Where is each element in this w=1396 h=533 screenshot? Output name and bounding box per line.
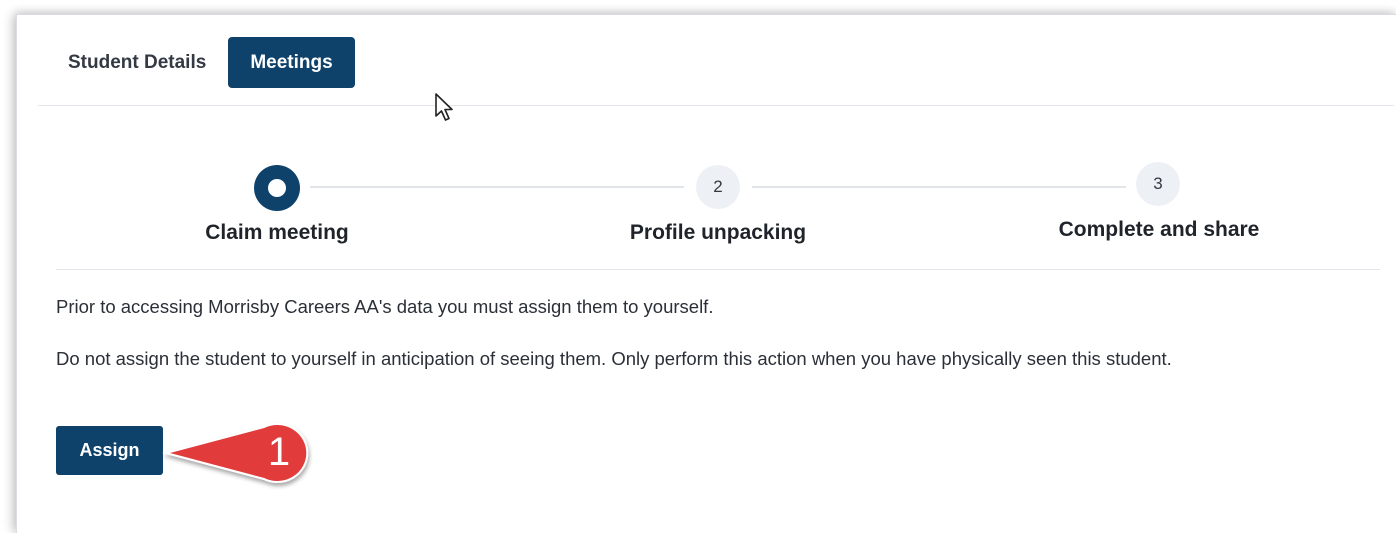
step-1-label: Claim meeting bbox=[205, 221, 349, 244]
step-connector bbox=[752, 186, 1126, 188]
progress-stepper: 2 3 Claim meeting Profile unpacking Comp… bbox=[0, 0, 1396, 270]
step-1-indicator bbox=[254, 165, 300, 211]
step-2-label: Profile unpacking bbox=[629, 221, 807, 244]
callout-number: 1 bbox=[267, 429, 291, 474]
step-3-label: Complete and share bbox=[1058, 218, 1260, 241]
assign-warning-text: Do not assign the student to yourself in… bbox=[56, 348, 1172, 369]
assign-instruction-text: Prior to accessing Morrisby Careers AA's… bbox=[56, 296, 714, 317]
step-3-indicator: 3 bbox=[1136, 162, 1180, 206]
step-connector bbox=[310, 186, 684, 188]
assign-button[interactable]: Assign bbox=[56, 426, 163, 475]
step-current-dot-icon bbox=[268, 179, 286, 197]
content-divider bbox=[56, 269, 1380, 270]
step-2-indicator: 2 bbox=[696, 165, 740, 209]
